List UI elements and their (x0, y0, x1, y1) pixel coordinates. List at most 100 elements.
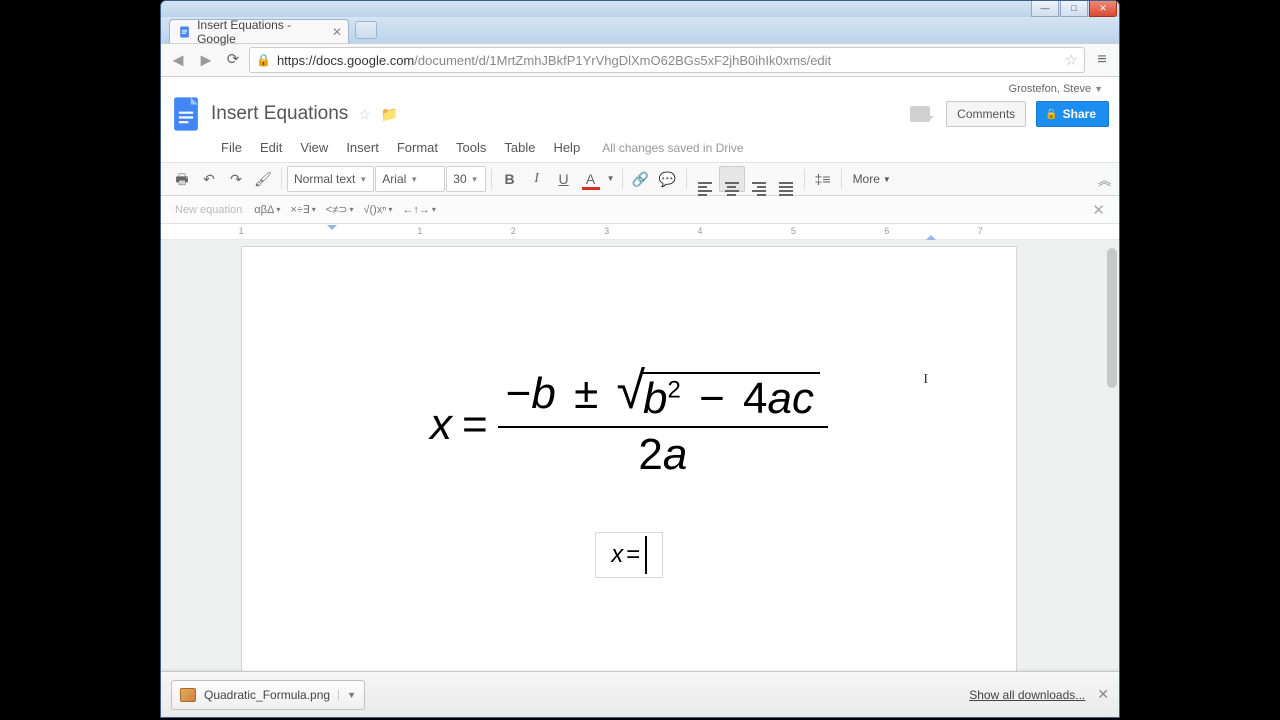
align-left-button[interactable] (692, 166, 718, 192)
download-menu-chevron[interactable]: ▼ (338, 690, 356, 700)
text-cursor (645, 536, 647, 574)
chevron-down-icon: ▼ (471, 175, 479, 184)
align-right-button[interactable] (746, 166, 772, 192)
show-all-downloads-link[interactable]: Show all downloads... (969, 688, 1085, 702)
url-path: /document/d/1MrtZmhJBkfP1YrVhgDlXmO62BGs… (414, 53, 831, 68)
lock-icon: 🔒 (256, 53, 271, 67)
address-bar[interactable]: 🔒 https://docs.google.com/document/d/1Mr… (249, 47, 1085, 73)
quadratic-formula-equation[interactable]: x = −b ± √ b2 − 4ac (332, 367, 926, 482)
print-button[interactable]: 🖶 (169, 166, 195, 192)
equation-arrows-menu[interactable]: ←↑→▾ (398, 202, 440, 218)
star-document-icon[interactable]: ☆ (358, 106, 371, 123)
browser-window: — □ ✕ Insert Equations - Google ✕ ◄ ► ⟳ … (160, 0, 1120, 718)
align-center-button[interactable] (719, 166, 745, 192)
paragraph-style-select[interactable]: Normal text▼ (287, 166, 374, 192)
account-name: Grostefon, Steve (1009, 83, 1092, 95)
docs-logo-icon[interactable] (171, 95, 201, 133)
bookmark-star-icon[interactable]: ☆ (1065, 51, 1078, 69)
underline-button[interactable]: U (551, 166, 577, 192)
comments-button[interactable]: Comments (946, 101, 1026, 127)
docs-toolbar: 🖶 ↶ ↷ 🖌 Normal text▼ Arial▼ 30▼ B I U A … (161, 162, 1119, 196)
menu-insert[interactable]: Insert (338, 137, 387, 158)
horizontal-ruler[interactable]: 1 1 2 3 4 5 6 7 (161, 224, 1119, 240)
insert-comment-button[interactable]: 💬 (655, 166, 681, 192)
equation-math-menu[interactable]: √()xⁿ▾ (359, 202, 396, 218)
equation-toolbar-close[interactable]: ✕ (1086, 201, 1111, 219)
browser-toolbar: ◄ ► ⟳ 🔒 https://docs.google.com/document… (161, 43, 1119, 77)
document-page[interactable]: x = −b ± √ b2 − 4ac (241, 246, 1017, 671)
menu-view[interactable]: View (292, 137, 336, 158)
window-close-button[interactable]: ✕ (1089, 1, 1117, 17)
equation-operators-menu[interactable]: ×÷∃▾ (286, 201, 319, 218)
align-justify-button[interactable] (773, 166, 799, 192)
share-button[interactable]: 🔒 Share (1036, 101, 1109, 127)
move-folder-icon[interactable]: 📁 (381, 106, 398, 123)
chevron-down-icon: ▾ (312, 205, 316, 214)
tab-close-icon[interactable]: ✕ (332, 25, 342, 39)
indent-right-marker[interactable] (926, 230, 936, 240)
redo-button[interactable]: ↷ (223, 166, 249, 192)
reload-button[interactable]: ⟳ (223, 50, 243, 70)
share-button-label: Share (1063, 107, 1096, 121)
docs-menubar: File Edit View Insert Format Tools Table… (171, 133, 1109, 162)
back-button[interactable]: ◄ (167, 49, 189, 71)
vertical-scrollbar-thumb[interactable] (1107, 248, 1117, 388)
equation-editor-active[interactable]: x = (595, 532, 663, 578)
more-toolbar-button[interactable]: More▼ (847, 172, 897, 186)
menu-format[interactable]: Format (389, 137, 446, 158)
image-file-icon (180, 688, 196, 702)
equation-relations-menu[interactable]: <≠⊃▾ (322, 201, 358, 218)
chevron-down-icon: ▾ (432, 205, 436, 214)
text-color-button[interactable]: A (578, 166, 604, 192)
window-maximize-button[interactable]: □ (1060, 1, 1088, 17)
close-downloads-bar[interactable]: ✕ (1097, 686, 1109, 703)
menu-file[interactable]: File (213, 137, 250, 158)
account-menu[interactable]: Grostefon, Steve▼ (171, 83, 1109, 95)
collapse-toolbar-button[interactable]: ︽ (1098, 170, 1111, 189)
fraction: −b ± √ b2 − 4ac (498, 367, 828, 482)
menu-table[interactable]: Table (496, 137, 543, 158)
menu-edit[interactable]: Edit (252, 137, 290, 158)
font-size-select[interactable]: 30▼ (446, 166, 485, 192)
docs-favicon-icon (178, 25, 191, 39)
forward-button: ► (195, 49, 217, 71)
equation-toolbar: New equation αβΔ▾ ×÷∃▾ <≠⊃▾ √()xⁿ▾ ←↑→▾ … (161, 196, 1119, 224)
chrome-menu-button[interactable]: ≡ (1091, 49, 1113, 71)
undo-button[interactable]: ↶ (196, 166, 222, 192)
document-title[interactable]: Insert Equations (211, 103, 348, 125)
document-canvas[interactable]: x = −b ± √ b2 − 4ac (161, 240, 1119, 671)
chevron-down-icon: ▾ (388, 205, 392, 214)
equation-greek-menu[interactable]: αβΔ▾ (250, 202, 284, 218)
save-status: All changes saved in Drive (602, 141, 743, 155)
window-titlebar: — □ ✕ (161, 1, 1119, 17)
bold-button[interactable]: B (497, 166, 523, 192)
new-equation-button[interactable]: New equation (169, 202, 248, 218)
download-filename: Quadratic_Formula.png (204, 688, 330, 702)
line-spacing-button[interactable]: ‡≡ (810, 166, 836, 192)
lock-mini-icon: 🔒 (1045, 109, 1057, 120)
download-item[interactable]: Quadratic_Formula.png ▼ (171, 680, 365, 710)
browser-tabstrip: Insert Equations - Google ✕ (161, 17, 1119, 43)
window-minimize-button[interactable]: — (1031, 1, 1059, 17)
chevron-down-icon: ▼ (410, 175, 418, 184)
square-root: √ b2 − 4ac (616, 370, 820, 424)
indent-left-marker[interactable] (327, 225, 337, 235)
text-color-dropdown[interactable]: ▼ (605, 166, 617, 192)
text-cursor-hint: I (923, 372, 928, 388)
italic-button[interactable]: I (524, 166, 550, 192)
chevron-down-icon: ▾ (349, 205, 353, 214)
browser-tab-active[interactable]: Insert Equations - Google ✕ (169, 19, 349, 43)
menu-tools[interactable]: Tools (448, 137, 494, 158)
font-family-select[interactable]: Arial▼ (375, 166, 445, 192)
presence-icon[interactable] (910, 106, 930, 122)
denominator: 2a (630, 428, 695, 482)
numerator: −b ± √ b2 − 4ac (498, 367, 828, 426)
menu-help[interactable]: Help (545, 137, 588, 158)
chevron-down-icon: ▼ (1094, 84, 1103, 94)
paint-format-button[interactable]: 🖌 (250, 166, 276, 192)
chevron-down-icon: ▼ (883, 175, 891, 184)
insert-link-button[interactable]: 🔗 (628, 166, 654, 192)
new-tab-button[interactable] (355, 21, 377, 39)
browser-tab-title: Insert Equations - Google (197, 18, 324, 46)
url-host: https://docs.google.com (277, 53, 414, 68)
